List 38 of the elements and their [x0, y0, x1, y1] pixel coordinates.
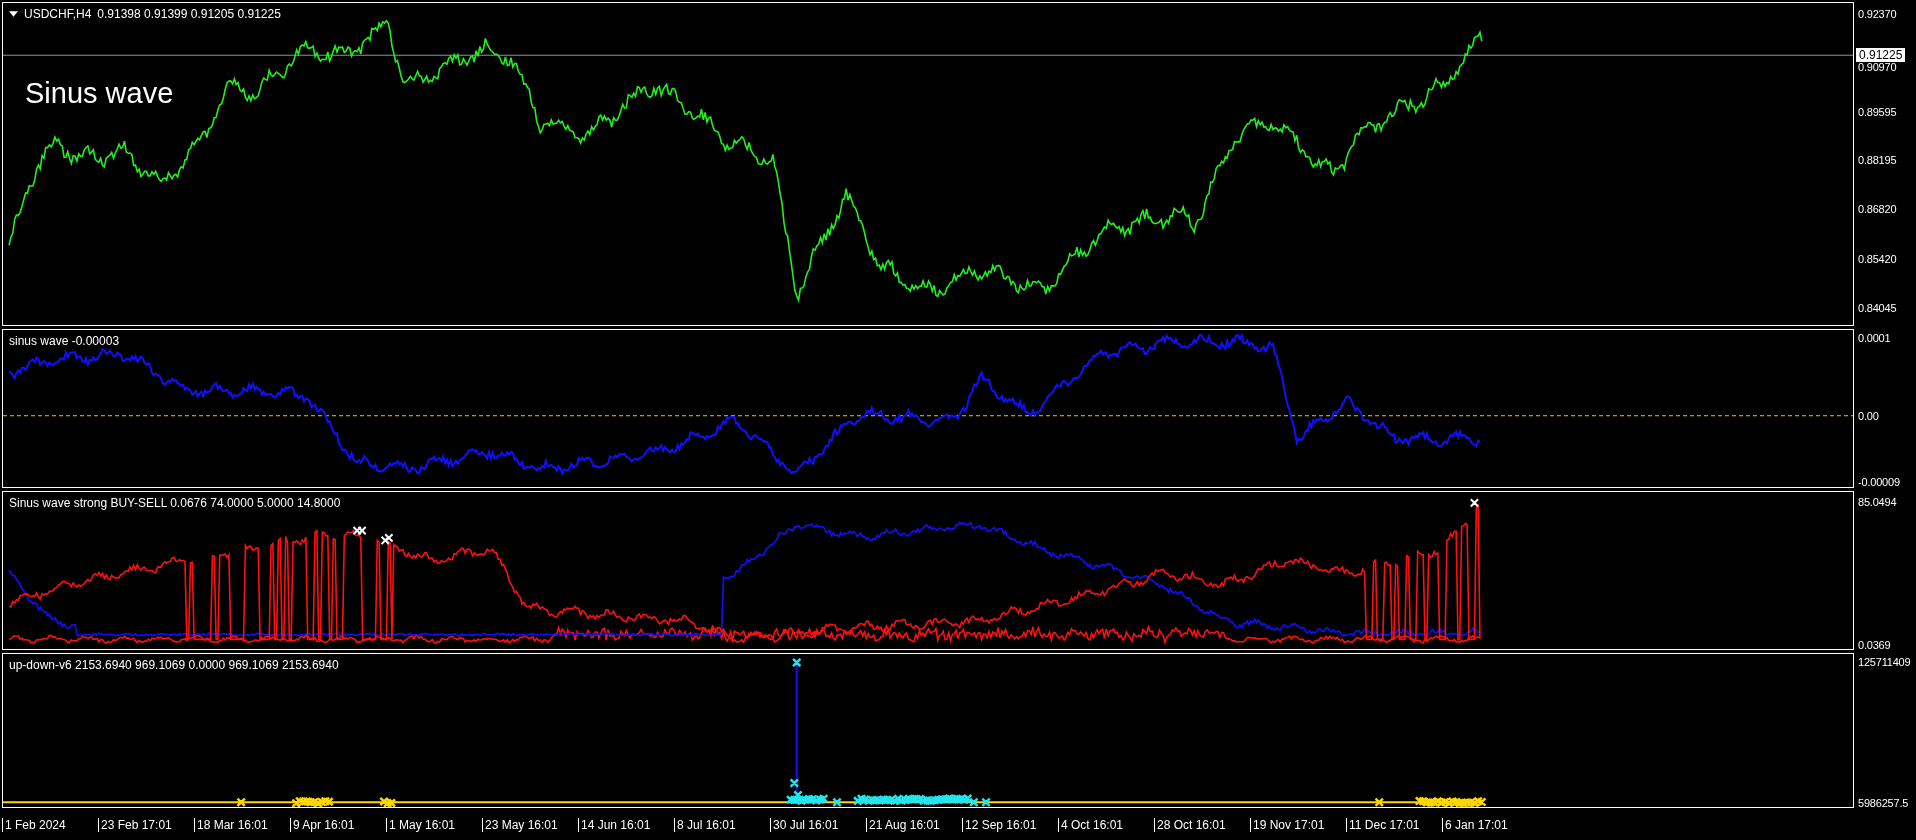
time-label: 11 Dec 17:01 — [1346, 818, 1440, 832]
scale-label: 125711409 — [1858, 655, 1911, 668]
indicator-title: sinus wave -0.00003 — [9, 334, 120, 348]
time-label: 1 May 16:01 — [386, 818, 480, 832]
indicator-title: up-down-v6 2153.6940 969.1069 0.0000 969.1069 2153.6940 — [9, 658, 339, 672]
scale-label: 0.0369 — [1858, 639, 1891, 652]
time-label: 12 Sep 16:01 — [962, 818, 1056, 832]
scale-label: 85.0494 — [1858, 496, 1897, 508]
symbol-label: USDCHF,H4 — [24, 7, 92, 21]
time-label: 18 Mar 16:01 — [194, 818, 288, 832]
indicator-title: Sinus wave strong BUY-SELL 0.0676 74.0000 5.0000 14.8000 — [9, 496, 341, 510]
price-label: 0.90970 — [1858, 60, 1897, 73]
dropdown-icon[interactable] — [9, 11, 18, 17]
scale-label: -0.00009 — [1858, 475, 1900, 488]
time-label: 9 Apr 16:01 — [290, 818, 384, 832]
time-label: 6 Jan 17:01 — [1442, 818, 1536, 832]
price-label: 0.88195 — [1858, 153, 1897, 166]
time-label: 8 Jul 16:01 — [674, 818, 768, 832]
current-price-label: 0.91225 — [1856, 47, 1906, 62]
scale-label: 5986257.5 — [1858, 797, 1909, 810]
price-label: 0.92370 — [1858, 8, 1897, 21]
time-label: 30 Jul 16:01 — [770, 818, 864, 832]
price-label: 0.86820 — [1858, 202, 1897, 215]
time-label: 4 Oct 16:01 — [1058, 818, 1152, 832]
time-label: 23 May 16:01 — [482, 818, 576, 832]
quote-values: 0.91398 0.91399 0.91205 0.91225 — [97, 7, 281, 21]
time-label: 1 Feb 2024 — [2, 818, 96, 832]
scale-label: 0.00 — [1858, 409, 1879, 422]
time-label: 14 Jun 16:01 — [578, 818, 672, 832]
time-label: 19 Nov 17:01 — [1250, 818, 1344, 832]
chart-label: Sinus wave — [25, 77, 174, 110]
price-label: 0.85420 — [1858, 252, 1897, 265]
price-label: 0.84045 — [1858, 301, 1897, 314]
time-label: 23 Feb 17:01 — [98, 818, 192, 832]
time-label: 21 Aug 16:01 — [866, 818, 960, 832]
price-label: 0.89595 — [1858, 106, 1897, 119]
time-label: 28 Oct 16:01 — [1154, 818, 1248, 832]
scale-label: 0.0001 — [1858, 331, 1891, 344]
